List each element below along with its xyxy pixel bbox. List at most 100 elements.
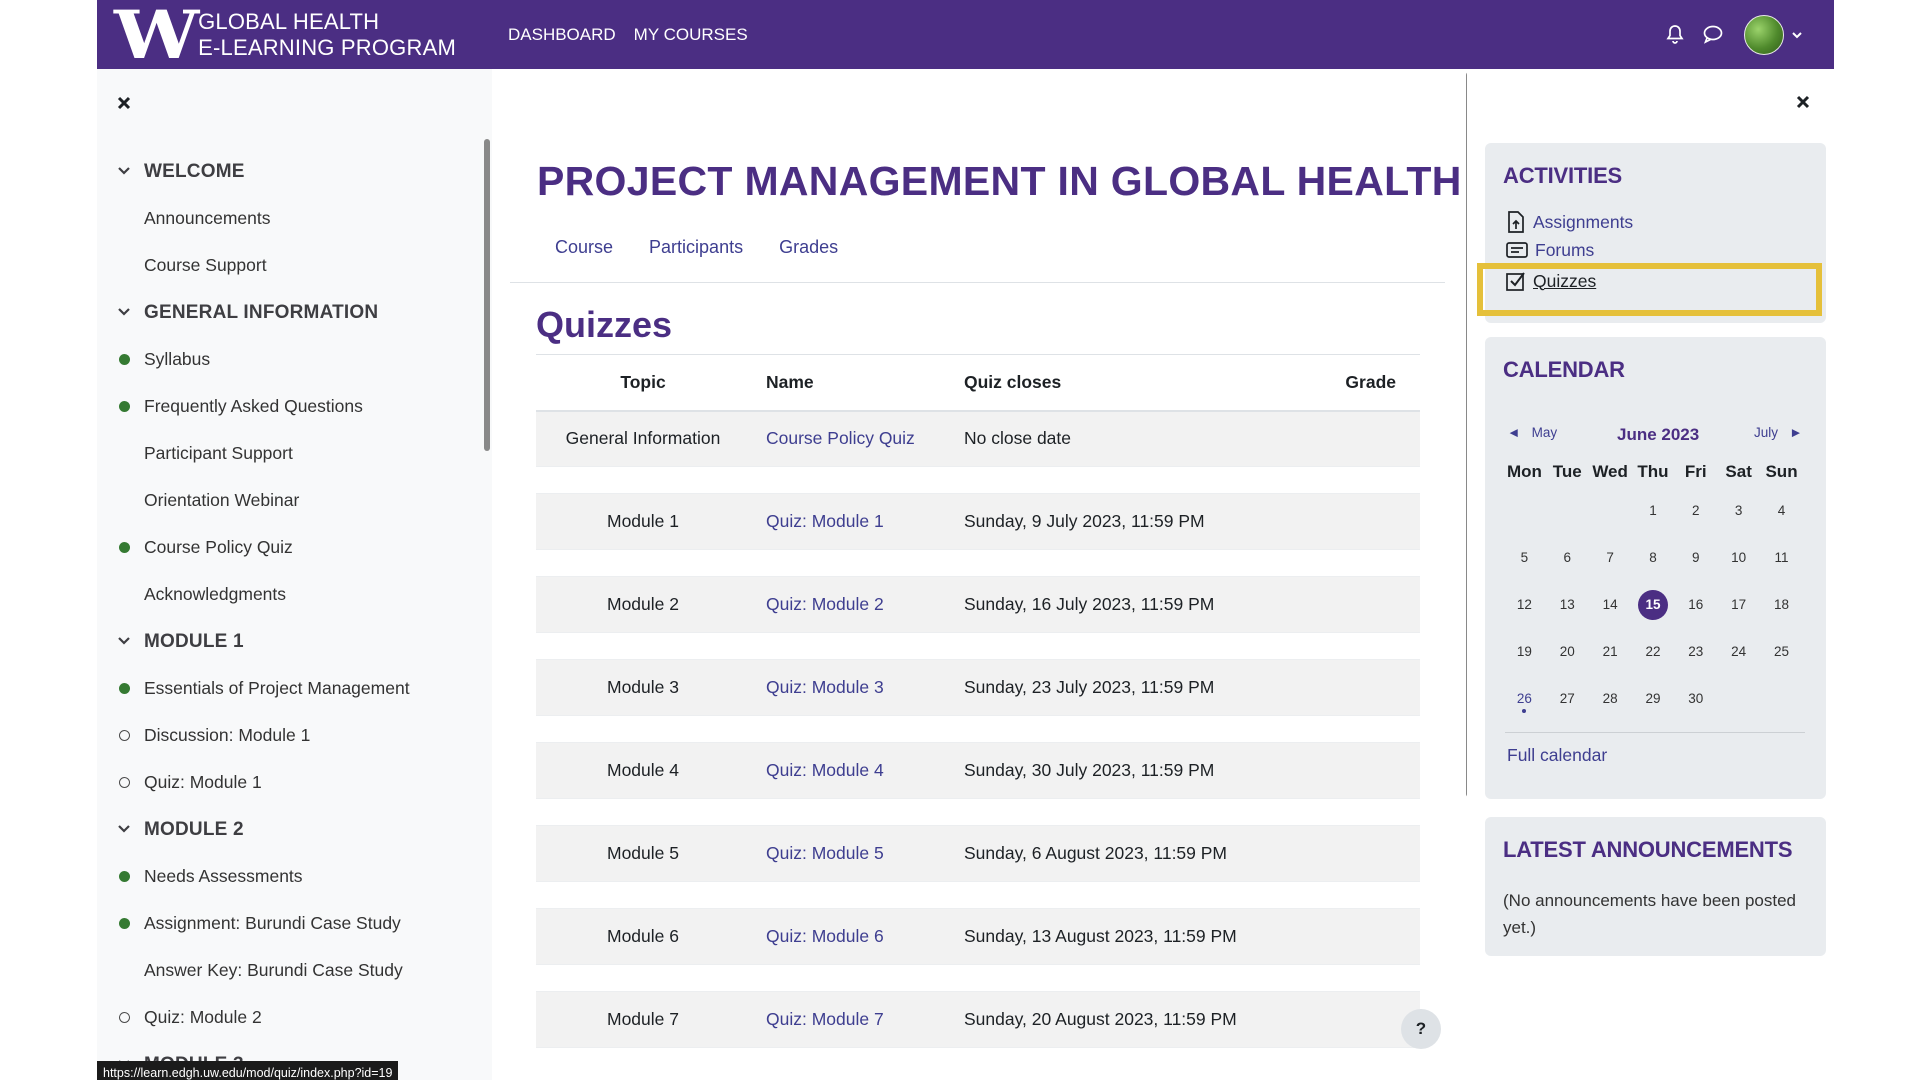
quiz-link[interactable]: Course Policy Quiz (766, 428, 915, 448)
quiz-link[interactable]: Quiz: Module 3 (766, 677, 884, 697)
table-spacer-row (536, 466, 1420, 494)
course-index-item[interactable]: Quiz: Module 1 (97, 759, 477, 806)
cell-quiz-closes: No close date (950, 410, 1320, 467)
column-header-grade[interactable]: Grade (1320, 354, 1420, 412)
course-index-item[interactable]: Participant Support (97, 430, 477, 477)
course-index-item[interactable]: Orientation Webinar (97, 477, 477, 524)
course-index-item[interactable]: Quiz: Module 2 (97, 994, 477, 1041)
calendar-day[interactable]: 7 (1589, 534, 1632, 581)
calendar-day[interactable]: 17 (1717, 581, 1760, 628)
course-index-item-label: Quiz: Module 2 (144, 1007, 262, 1027)
user-avatar[interactable] (1744, 14, 1784, 55)
cell-topic: Module 7 (536, 991, 750, 1048)
calendar-day[interactable]: 6 (1546, 534, 1589, 581)
forum-icon (1506, 241, 1528, 258)
chevron-down-icon[interactable] (117, 634, 131, 648)
calendar-day[interactable]: 24 (1717, 628, 1760, 675)
quiz-link[interactable]: Quiz: Module 7 (766, 1009, 884, 1029)
calendar-day[interactable]: 14 (1589, 581, 1632, 628)
course-index-item[interactable]: Assignment: Burundi Case Study (97, 900, 477, 947)
quiz-link[interactable]: Quiz: Module 4 (766, 760, 884, 780)
full-calendar-link[interactable]: Full calendar (1507, 745, 1607, 766)
nav-my-courses[interactable]: MY COURSES (634, 25, 748, 45)
course-index-item[interactable]: Course Policy Quiz (97, 524, 477, 571)
calendar-grid: Mon Tue Wed Thu Fri Sat Sun 1 2 3 4 5 6 7 8 9 10 11 12 13 1… (1503, 457, 1803, 722)
course-index-item[interactable]: Needs Assessments (97, 853, 477, 900)
chevron-down-icon[interactable] (117, 305, 131, 319)
activity-link-assignments[interactable]: Assignments (1505, 210, 1633, 234)
course-section[interactable]: MODULE 2 (97, 806, 477, 853)
chevron-down-icon[interactable] (117, 822, 131, 836)
calendar-day[interactable]: 13 (1546, 581, 1589, 628)
calendar-weekday: Mon (1506, 462, 1542, 481)
calendar-prev-month[interactable]: ◄ May (1507, 425, 1557, 440)
bell-icon[interactable] (1664, 24, 1686, 46)
drawer-scrollbar[interactable] (484, 139, 490, 451)
calendar-day[interactable]: 4 (1760, 487, 1803, 534)
calendar-day[interactable]: 29 (1632, 675, 1675, 722)
course-section[interactable]: GENERAL INFORMATION (97, 289, 477, 336)
course-index-item-label: Course Support (144, 255, 267, 275)
column-header-quiz-closes[interactable]: Quiz closes (950, 354, 1320, 412)
calendar-day[interactable]: 8 (1632, 534, 1675, 581)
calendar-day-number: 27 (1559, 691, 1575, 706)
tab-participants[interactable]: Participants (631, 237, 761, 258)
calendar-day-number: 29 (1645, 691, 1661, 706)
calendar-day[interactable]: 26 (1503, 675, 1546, 722)
close-icon (1796, 95, 1810, 109)
chevron-down-icon[interactable] (1790, 28, 1804, 42)
calendar-week: 5 6 7 8 9 10 11 (1503, 534, 1803, 581)
nav-dashboard[interactable]: DASHBOARD (508, 25, 616, 45)
calendar-day[interactable]: 15 (1632, 581, 1675, 628)
course-index-item[interactable]: Discussion: Module 1 (97, 712, 477, 759)
calendar-day[interactable]: 23 (1674, 628, 1717, 675)
calendar-divider (1505, 732, 1805, 733)
quiz-link[interactable]: Quiz: Module 5 (766, 843, 884, 863)
calendar-day[interactable]: 12 (1503, 581, 1546, 628)
course-index-item-label: Participant Support (144, 443, 293, 463)
course-index-item[interactable]: Acknowledgments (97, 571, 477, 618)
calendar-day[interactable]: 22 (1632, 628, 1675, 675)
course-index-item[interactable]: Course Support (97, 242, 477, 289)
calendar-day[interactable]: 19 (1503, 628, 1546, 675)
quiz-link[interactable]: Quiz: Module 1 (766, 511, 884, 531)
calendar-day[interactable]: 21 (1589, 628, 1632, 675)
calendar-day[interactable]: 16 (1674, 581, 1717, 628)
calendar-day[interactable]: 25 (1760, 628, 1803, 675)
chat-icon[interactable] (1702, 24, 1724, 46)
close-drawer-button[interactable] (117, 93, 131, 116)
activity-link-forums[interactable]: Forums (1505, 240, 1594, 261)
calendar-day[interactable]: 3 (1717, 487, 1760, 534)
calendar-day[interactable]: 2 (1674, 487, 1717, 534)
course-index-item-label: Announcements (144, 208, 271, 228)
calendar-day[interactable]: 11 (1760, 534, 1803, 581)
chevron-down-icon[interactable] (117, 164, 131, 178)
course-index-item[interactable]: Syllabus (97, 336, 477, 383)
calendar-day[interactable]: 18 (1760, 581, 1803, 628)
course-index-item[interactable]: Frequently Asked Questions (97, 383, 477, 430)
close-blocks-drawer-button[interactable] (1796, 92, 1810, 115)
site-logo[interactable]: W GLOBAL HEALTH E-LEARNING PROGRAM (114, 2, 456, 68)
calendar-day[interactable]: 5 (1503, 534, 1546, 581)
quiz-link[interactable]: Quiz: Module 6 (766, 926, 884, 946)
calendar-empty-cell (1589, 487, 1632, 534)
calendar-day[interactable]: 30 (1674, 675, 1717, 722)
course-index-item[interactable]: Essentials of Project Management (97, 665, 477, 712)
tab-course[interactable]: Course (537, 237, 631, 258)
column-header-topic[interactable]: Topic (536, 354, 750, 412)
calendar-day[interactable]: 9 (1674, 534, 1717, 581)
calendar-day[interactable]: 1 (1632, 487, 1675, 534)
course-section[interactable]: MODULE 1 (97, 618, 477, 665)
calendar-day[interactable]: 10 (1717, 534, 1760, 581)
column-header-name[interactable]: Name (750, 354, 950, 412)
help-button[interactable]: ? (1401, 1009, 1441, 1049)
course-section[interactable]: WELCOME (97, 148, 477, 195)
tab-grades[interactable]: Grades (761, 237, 856, 258)
quiz-link[interactable]: Quiz: Module 2 (766, 594, 884, 614)
calendar-day[interactable]: 20 (1546, 628, 1589, 675)
calendar-day[interactable]: 28 (1589, 675, 1632, 722)
course-index-item[interactable]: Announcements (97, 195, 477, 242)
calendar-day[interactable]: 27 (1546, 675, 1589, 722)
calendar-next-month[interactable]: July ► (1754, 425, 1803, 440)
course-index-item[interactable]: Answer Key: Burundi Case Study (97, 947, 477, 994)
